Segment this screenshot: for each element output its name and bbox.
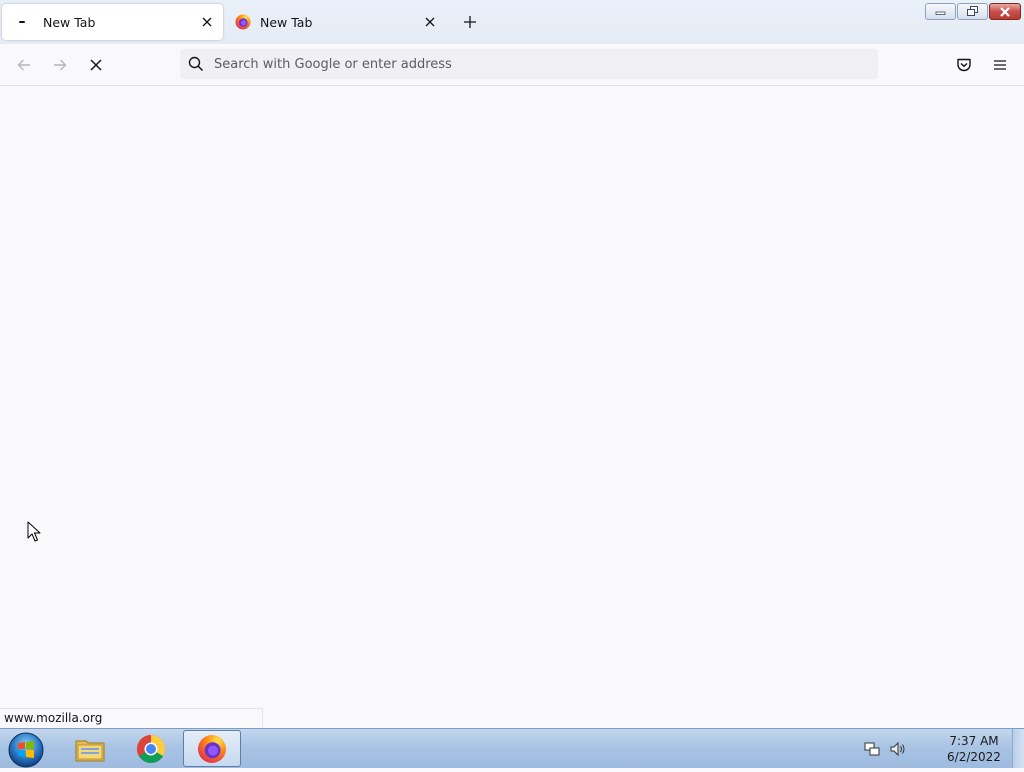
minimize-button[interactable]: [925, 3, 956, 20]
chrome-icon: [137, 734, 165, 763]
tab-new-tab-active[interactable]: New Tab: [2, 4, 223, 40]
stop-icon: [90, 59, 102, 71]
app-menu-button[interactable]: [988, 53, 1012, 77]
tab-title: New Tab: [260, 14, 313, 30]
minimize-icon: [935, 11, 945, 15]
network-icon[interactable]: [862, 739, 882, 759]
search-input[interactable]: [214, 52, 878, 76]
close-window-button[interactable]: [989, 3, 1021, 20]
taskbar-chrome[interactable]: [122, 730, 180, 767]
tab-title: New Tab: [43, 14, 96, 30]
forward-button[interactable]: [48, 53, 72, 77]
show-desktop-button[interactable]: [1012, 729, 1024, 768]
system-tray: [862, 735, 914, 763]
hamburger-menu-icon: [994, 60, 1006, 70]
file-explorer-icon: [75, 740, 105, 761]
windows-start-icon: [8, 732, 44, 768]
start-button[interactable]: [6, 730, 46, 768]
tab-new-tab[interactable]: New Tab: [226, 4, 446, 40]
forward-arrow-icon: [54, 59, 67, 71]
address-bar[interactable]: [180, 49, 878, 79]
taskbar-firefox[interactable]: [183, 730, 241, 767]
firefox-icon: [198, 734, 226, 763]
mouse-cursor-icon: [27, 521, 41, 542]
back-button[interactable]: [12, 53, 36, 77]
tab-strip: New Tab New Tab: [0, 0, 1024, 44]
clock-time: 7:37 AM: [949, 734, 999, 748]
close-tab-icon[interactable]: [197, 12, 217, 32]
close-icon: [1000, 6, 1010, 17]
clock-date: 6/2/2022: [947, 750, 1001, 764]
volume-icon[interactable]: [888, 739, 908, 759]
close-tab-icon[interactable]: [420, 12, 440, 32]
search-icon: [188, 55, 206, 73]
navigation-toolbar: [0, 44, 1024, 86]
restore-icon: [966, 6, 978, 16]
new-tab-button[interactable]: [459, 11, 481, 33]
stop-button[interactable]: [84, 53, 108, 77]
pocket-icon: [957, 58, 971, 72]
taskbar-file-explorer[interactable]: [61, 730, 119, 767]
taskbar: 7:37 AM 6/2/2022: [0, 728, 1024, 768]
loading-icon: [14, 14, 30, 30]
firefox-icon: [235, 14, 251, 30]
clock[interactable]: 7:37 AM 6/2/2022: [934, 733, 1014, 765]
status-panel: www.mozilla.org: [0, 708, 263, 728]
page-content: [0, 86, 1024, 728]
pocket-button[interactable]: [952, 53, 976, 77]
plus-icon: [464, 16, 476, 28]
back-arrow-icon: [17, 59, 30, 71]
restore-button[interactable]: [957, 3, 988, 20]
